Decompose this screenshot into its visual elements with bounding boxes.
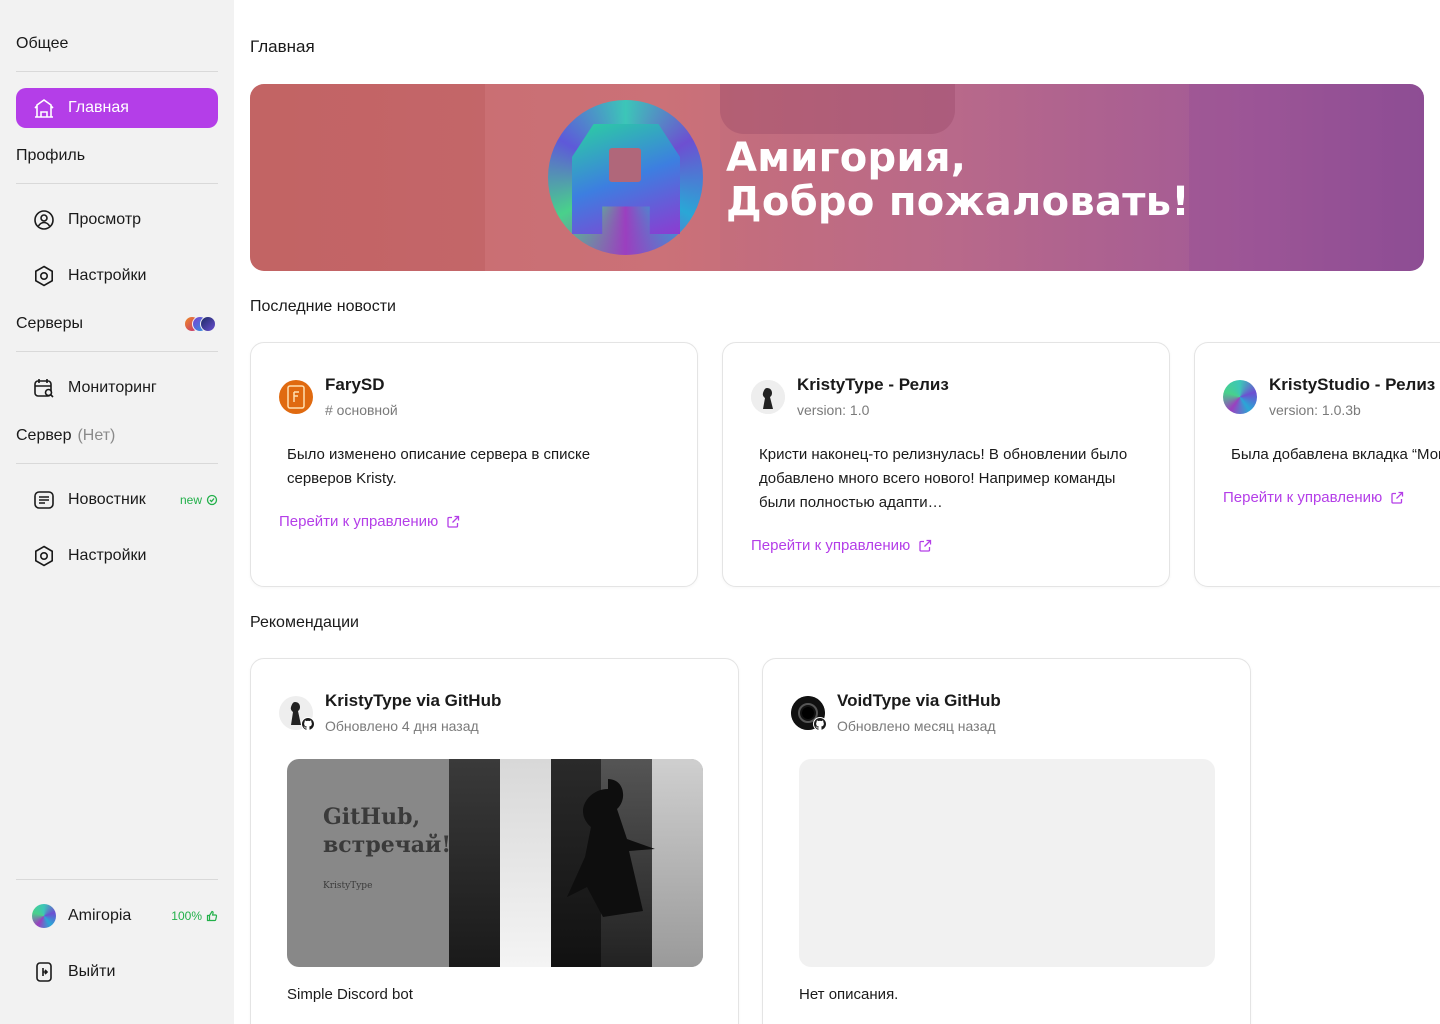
user-circle-icon [32, 208, 56, 232]
divider [16, 71, 218, 72]
thumbs-up-icon [206, 910, 218, 922]
news-card: KristyType - Релиз version: 1.0 Кристи н… [722, 342, 1170, 587]
gear-icon [32, 264, 56, 288]
kristytype-avatar [751, 380, 785, 414]
recommendations-section-title: Рекомендации [250, 614, 359, 631]
card-subtitle: version: 1.0.3b [1269, 402, 1361, 418]
external-link-icon [1391, 491, 1404, 504]
gear-icon [32, 544, 56, 568]
card-subtitle: Обновлено месяц назад [837, 718, 996, 734]
sidebar-item-label: Настройки [68, 267, 147, 284]
news-card: KristyStudio - Релиз version: 1.0.3b Был… [1194, 342, 1440, 587]
calendar-search-icon [32, 376, 56, 400]
repo-image-title: GitHub, встречай! [323, 804, 452, 858]
repo-card[interactable]: VoidType via GitHub Обновлено месяц наза… [762, 658, 1251, 1024]
user-percent-badge: 100% [171, 909, 218, 923]
repo-preview-placeholder [799, 759, 1215, 967]
manage-link-label: Перейти к управлению [1223, 489, 1383, 506]
sidebar-item-profile-settings[interactable]: Настройки [16, 256, 218, 296]
sidebar-item-monitoring[interactable]: Мониторинг [16, 368, 218, 408]
user-percent: 100% [171, 909, 202, 923]
news-section-title: Последние новости [250, 298, 396, 315]
card-title: FarySD [325, 375, 385, 394]
section-server-title: Сервер (Нет) [16, 427, 115, 445]
section-servers-title: Серверы [16, 315, 83, 332]
sidebar-item-logout[interactable]: Выйти [16, 952, 218, 992]
server-title-label: Сервер [16, 427, 72, 444]
sidebar-item-news[interactable]: Новостник new [16, 480, 218, 520]
card-subtitle: Обновлено 4 дня назад [325, 718, 479, 734]
app: Общее Главная Профиль Просмотр Настройки… [0, 0, 1440, 1024]
sidebar-item-home[interactable]: Главная [16, 88, 218, 128]
sidebar-item-label: Просмотр [68, 211, 142, 228]
brand-logo-hole [609, 148, 641, 182]
external-link-icon [447, 515, 460, 528]
github-icon [301, 717, 315, 731]
section-profile-title: Профиль [16, 147, 86, 164]
card-text: Кристи наконец-то релизнулась! В обновле… [759, 446, 1128, 511]
banner-panel [1189, 84, 1424, 271]
sidebar-item-label: Выйти [68, 963, 116, 980]
manage-link[interactable]: Перейти к управлению [1223, 489, 1404, 506]
card-title: KristyType via GitHub [325, 691, 502, 710]
news-card: FarySD # основной Было изменено описание… [250, 342, 698, 587]
home-icon [32, 96, 56, 120]
user-name: Amігоріа [68, 907, 132, 924]
logout-icon [32, 960, 56, 984]
sidebar-item-label: Настройки [68, 547, 147, 564]
sidebar-item-view[interactable]: Просмотр [16, 200, 218, 240]
sparkle-icon [206, 494, 218, 506]
page-title: Главная [250, 37, 315, 56]
external-link-icon [919, 539, 932, 552]
banner-panel [250, 84, 485, 271]
card-title: KristyType - Релиз [797, 375, 949, 394]
manage-link-label: Перейти к управлению [751, 537, 911, 554]
banner-panel [720, 84, 955, 134]
banner-line-2: Добро пожаловать! [726, 179, 1190, 225]
manage-link-label: Перейти к управлению [279, 513, 439, 530]
repo-preview-image: GitHub, встречай! KristyType [287, 759, 703, 967]
card-text: Было изменено описание сервера в списке … [287, 446, 591, 487]
card-subtitle: version: 1.0 [797, 402, 870, 418]
divider [16, 879, 218, 880]
server-avatar [279, 380, 313, 414]
card-text: Была добавлена вкладка “Мониторинг” [1231, 446, 1440, 463]
card-title: KristyStudio - Релиз [1269, 375, 1436, 394]
banner-title: Амигория, Добро пожаловать! [726, 136, 1190, 224]
card-subtitle: # основной [325, 402, 398, 418]
new-badge: new [180, 493, 218, 507]
server-avatars [184, 316, 218, 332]
repo-image-caption: KristyType [323, 881, 373, 891]
card-title: VoidType via GitHub [837, 691, 1001, 710]
divider [16, 351, 218, 352]
kristystudio-avatar [1223, 380, 1257, 414]
repo-description: Нет описания. [799, 986, 899, 1003]
sidebar-item-label: Главная [68, 99, 129, 116]
sidebar-item-label: Мониторинг [68, 379, 157, 396]
manage-link[interactable]: Перейти к управлению [279, 513, 460, 530]
divider [16, 463, 218, 464]
sidebar-item-server-settings[interactable]: Настройки [16, 536, 218, 576]
server-avatar [200, 316, 216, 332]
manage-link[interactable]: Перейти к управлению [751, 537, 932, 554]
repo-description: Simple Discord bot [287, 986, 413, 1003]
github-icon [813, 717, 827, 731]
repo-card[interactable]: KristyType via GitHub Обновлено 4 дня на… [250, 658, 739, 1024]
sidebar-item-label: Новостник [68, 491, 146, 508]
user-avatar [32, 904, 56, 928]
divider [16, 183, 218, 184]
server-title-sub: (Нет) [77, 427, 116, 444]
sidebar: Общее Главная Профиль Просмотр Настройки… [0, 0, 234, 1024]
section-general-title: Общее [16, 35, 69, 52]
news-icon [32, 488, 56, 512]
new-badge-label: new [179, 493, 202, 507]
banner-line-1: Амигория, [726, 135, 967, 181]
character-silhouette [567, 779, 655, 917]
sidebar-user[interactable]: Amігоріа 100% [16, 896, 218, 936]
welcome-banner: Амигория, Добро пожаловать! [250, 84, 1424, 271]
